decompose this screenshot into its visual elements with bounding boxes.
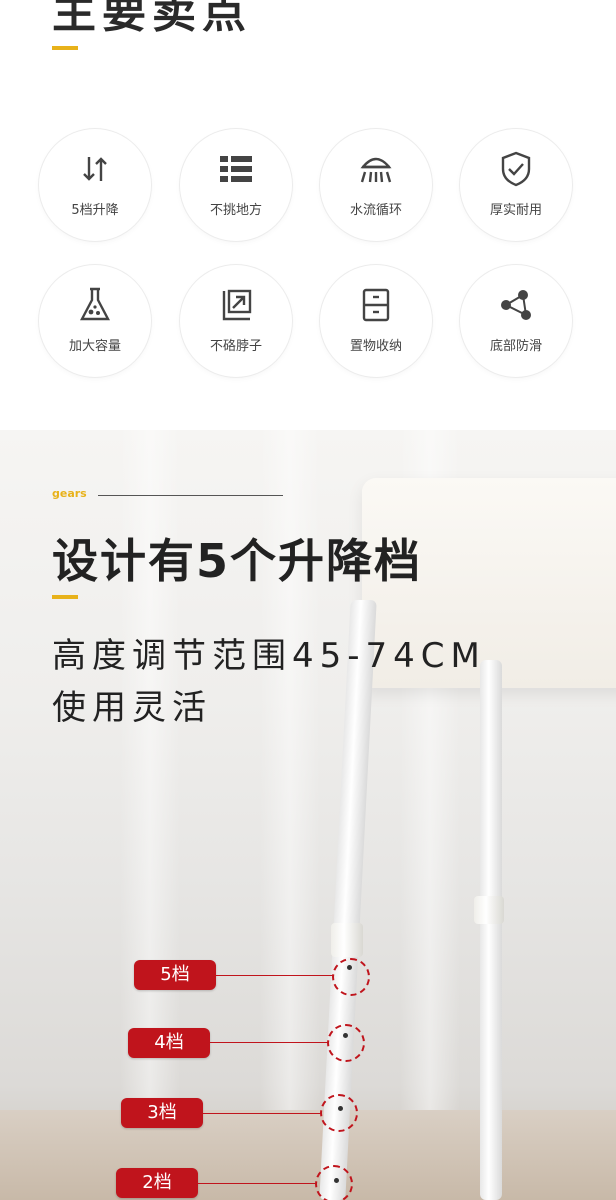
product-photo-section: gears 设计有5个升降档 高度调节范围45-74CM 使用灵活 5档 4档 … [0,430,616,1200]
shield-check-icon [501,151,531,187]
flexible-use-text: 使用灵活 [52,688,212,728]
feature-label: 不挑地方 [209,203,262,218]
level-badge: 3档 [121,1098,203,1128]
height-range-text: 高度调节范围45-74CM [52,636,486,676]
feature-anti-slip: 底部防滑 [460,265,572,377]
level-hole-marker [327,1024,365,1062]
level-badge: 5档 [134,960,216,990]
level-hole-marker [315,1165,353,1200]
gears-divider [98,495,283,496]
flask-icon [80,287,110,321]
feature-label: 置物收纳 [349,339,402,354]
shower-head-icon [360,157,392,183]
level-pointer-line [203,1113,321,1114]
level-badge: 2档 [116,1168,198,1198]
headline-accent-bar [52,595,78,599]
drawer-cabinet-icon [362,288,390,322]
features-section: 主要卖点 5档升降 不挑地方 水流循环 厚实耐用 加大容量 不硌脖子 置物收纳 … [0,0,616,430]
level-hole-marker [320,1094,358,1132]
feature-any-place: 不挑地方 [180,129,292,241]
grid-list-icon [220,156,252,182]
feature-water-circulation: 水流循环 [320,129,432,241]
level-pointer-line [216,975,334,976]
feature-label: 水流循环 [349,203,402,218]
feature-label: 厚实耐用 [489,203,542,218]
resize-corner-icon [222,289,252,321]
feature-label: 5档升降 [71,203,119,218]
gears-headline: 设计有5个升降档 [52,534,423,588]
level-badge: 4档 [128,1028,210,1058]
chair-back-leg [480,660,502,1200]
floor [0,1110,616,1200]
level-hole-marker [332,958,370,996]
level-pointer-line [198,1183,316,1184]
feature-label: 不硌脖子 [209,339,262,354]
feature-label: 加大容量 [68,339,121,354]
feature-durable: 厚实耐用 [460,129,572,241]
leg-adjust-sleeve [331,923,363,957]
feature-storage: 置物收纳 [320,265,432,377]
feature-label: 底部防滑 [489,339,542,354]
feature-neck-comfort: 不硌脖子 [180,265,292,377]
up-down-arrows-icon [83,157,107,181]
level-pointer-line [210,1042,328,1043]
feature-large-capacity: 加大容量 [39,265,151,377]
leg-adjust-sleeve [474,896,504,924]
feature-5-level-lift: 5档升降 [39,129,151,241]
gears-tag: gears [52,487,87,500]
nodes-connected-icon [501,290,531,320]
feature-grid: 5档升降 不挑地方 水流循环 厚实耐用 加大容量 不硌脖子 置物收纳 底部防滑 [0,0,616,430]
